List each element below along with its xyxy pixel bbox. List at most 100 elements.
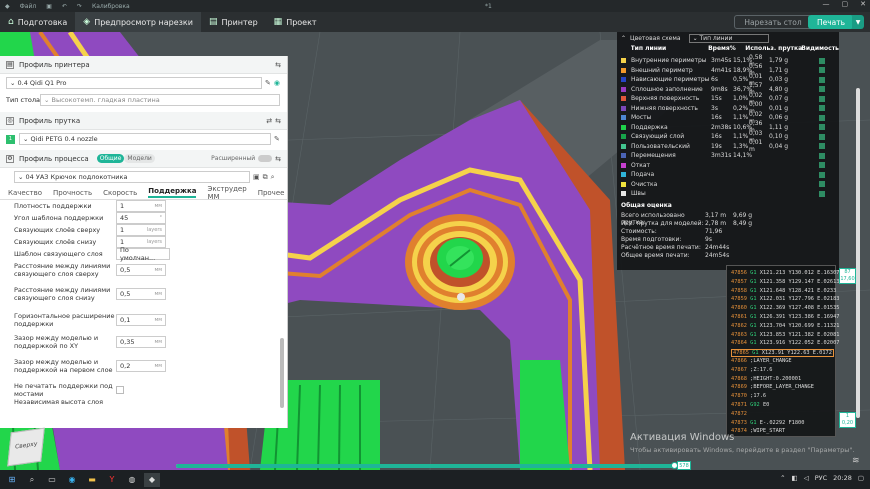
visibility-checkbox[interactable]: [819, 67, 825, 74]
settings-icon[interactable]: ⇆: [275, 117, 281, 125]
param-input[interactable]: 1 мм: [116, 200, 166, 212]
legend-row[interactable]: Связующий слой 16s 1,1% 0,03 m 0,10 g: [617, 130, 839, 144]
layer-slider-top-handle[interactable]: 87 17,60: [839, 268, 856, 284]
minimize-icon[interactable]: —: [823, 0, 830, 8]
legend-row[interactable]: Нижняя поверхность 3s 0,2% 0,00 m 0,01 g: [617, 101, 839, 115]
param-input[interactable]: 1 layers: [116, 224, 166, 236]
param-input[interactable]: 0,5 мм: [116, 288, 166, 300]
legend-row[interactable]: Сплошное заполнение 9m8s 36,7% 1,57 m 4,80 g: [617, 82, 839, 96]
search-icon[interactable]: ⌕: [271, 173, 275, 182]
legend-row[interactable]: Верхняя поверхность 15s 1,0% 0,02 m 0,07 g: [617, 92, 839, 106]
tab-slice-preview[interactable]: ◈ Предпросмотр нарезки: [75, 12, 201, 32]
visibility-checkbox[interactable]: [819, 133, 825, 140]
notification-icon[interactable]: ▢: [858, 474, 864, 482]
legend-row[interactable]: Перемещения 3m31s 14,1%: [617, 151, 839, 161]
visibility-checkbox[interactable]: [819, 76, 825, 83]
process-profile-select[interactable]: ⌄ 04 УАЗ Крючок подлокотника: [14, 171, 250, 183]
layers-icon[interactable]: ≋: [852, 456, 860, 466]
tab-printer[interactable]: ▤ Принтер: [201, 12, 266, 32]
edit-icon[interactable]: ✎: [274, 135, 280, 143]
edit-icon[interactable]: ✎: [265, 79, 271, 87]
subtab-support[interactable]: Поддержка: [148, 187, 197, 198]
param-input[interactable]: По умолчан...: [116, 246, 170, 262]
search-icon[interactable]: ⌕: [24, 473, 40, 487]
visibility-checkbox[interactable]: [819, 152, 825, 159]
legend-row[interactable]: Очистка: [617, 180, 839, 190]
visibility-checkbox[interactable]: [819, 124, 825, 131]
param-input[interactable]: 0,2 мм: [116, 360, 166, 372]
visibility-checkbox[interactable]: [819, 181, 825, 188]
visibility-checkbox[interactable]: [819, 171, 825, 178]
volume-icon[interactable]: ◁: [804, 474, 809, 482]
settings-icon[interactable]: ⇆: [275, 61, 281, 69]
legend-row[interactable]: Мосты 16s 1,1% 0,02 m 0,06 g: [617, 111, 839, 125]
visibility-checkbox[interactable]: [819, 86, 825, 93]
undo-icon[interactable]: ↶: [62, 3, 67, 10]
toggle-general[interactable]: Общие: [96, 154, 125, 163]
param-input[interactable]: 0,1 мм: [116, 314, 166, 326]
subtab-multimaterial[interactable]: Экструдер ММ: [207, 185, 246, 201]
advanced-toggle[interactable]: [258, 155, 273, 162]
sync-icon[interactable]: ⇄: [266, 117, 272, 125]
slicer-app-icon[interactable]: ◆: [144, 472, 160, 487]
subtab-strength[interactable]: Прочность: [53, 189, 92, 197]
visibility-checkbox[interactable]: [819, 105, 825, 112]
tab-project[interactable]: ▦ Проект: [266, 12, 325, 32]
param-checkbox[interactable]: [116, 386, 124, 394]
slice-plate-button[interactable]: Нарезать стол: [734, 15, 812, 29]
legend-row[interactable]: Пользовательский 19s 1,3% 0,01 m 0,04 g: [617, 139, 839, 153]
yandex-icon[interactable]: Y: [104, 473, 120, 487]
calibration-menu[interactable]: Калибровка: [92, 3, 130, 10]
params-scrollbar[interactable]: [280, 338, 284, 408]
folder-icon[interactable]: ▬: [84, 473, 100, 487]
legend-row[interactable]: Внешний периметр 4m41s 18,9% 0,56 m 1,71 g: [617, 63, 839, 77]
param-input[interactable]: 45 °: [116, 212, 166, 224]
tab-prepare[interactable]: ⌂ Подготовка: [0, 12, 75, 32]
close-icon[interactable]: ✕: [860, 0, 866, 8]
legend-row[interactable]: Внутренние периметры 3m45s 15,1% 0,58 m 1,79…: [617, 54, 839, 68]
settings-icon[interactable]: ⇆: [275, 155, 281, 163]
subtab-speed[interactable]: Скорость: [103, 189, 137, 197]
save-icon[interactable]: ▣: [46, 3, 52, 10]
subtab-other[interactable]: Прочее: [258, 189, 285, 197]
language-indicator[interactable]: РУС: [815, 474, 827, 482]
legend-row[interactable]: Швы: [617, 189, 839, 199]
start-icon[interactable]: ⊞: [4, 473, 20, 487]
visibility-checkbox[interactable]: [819, 114, 825, 121]
redo-icon[interactable]: ↷: [77, 3, 82, 10]
subtab-quality[interactable]: Качество: [8, 189, 42, 197]
tray-chevron-icon[interactable]: ⌃: [780, 474, 785, 482]
maximize-icon[interactable]: ▢: [842, 0, 849, 8]
visibility-checkbox[interactable]: [819, 190, 825, 197]
visibility-checkbox[interactable]: [819, 57, 825, 64]
legend-row[interactable]: Нависающие периметры 6s 0,5% 0,01 m 0,03 g: [617, 73, 839, 87]
param-input[interactable]: 0,5 мм: [116, 264, 166, 276]
legend-row[interactable]: Поддержка 2m38s 10,6% 0,36 m 1,11 g: [617, 120, 839, 134]
file-menu[interactable]: Файл: [20, 3, 37, 10]
view-cube[interactable]: Сверху: [7, 427, 45, 467]
visibility-checkbox[interactable]: [819, 143, 825, 150]
legend-row[interactable]: Подача: [617, 170, 839, 180]
wifi-icon[interactable]: ◉: [274, 79, 280, 87]
filament-select[interactable]: ⌄ Qidi PETG 0.4 nozzle: [19, 133, 271, 145]
bed-type-select[interactable]: ⌄ Высокотемп. гладкая пластина: [40, 94, 280, 106]
network-icon[interactable]: ◧: [792, 474, 798, 482]
legend-row[interactable]: Откат: [617, 161, 839, 171]
color-scheme-select[interactable]: ⌄ Тип линии: [688, 34, 769, 43]
task-view-icon[interactable]: ▭: [44, 473, 60, 487]
app-icon[interactable]: ◍: [124, 473, 140, 487]
print-button[interactable]: Печать: [808, 15, 854, 29]
chevron-down-icon[interactable]: ▼: [852, 15, 864, 29]
param-input[interactable]: 0,35 мм: [116, 336, 166, 348]
browser-icon[interactable]: ◉: [64, 473, 80, 487]
clock[interactable]: 20:28: [833, 474, 852, 482]
layer-slider[interactable]: [856, 88, 860, 418]
collapse-icon[interactable]: ⌃: [621, 35, 626, 42]
visibility-checkbox[interactable]: [819, 162, 825, 169]
compare-icon[interactable]: ⧉: [263, 173, 268, 182]
save-icon[interactable]: ▣: [253, 173, 260, 181]
toggle-models[interactable]: Модели: [124, 154, 155, 163]
layer-slider-bottom-handle[interactable]: 1 0,20: [839, 412, 856, 428]
visibility-checkbox[interactable]: [819, 95, 825, 102]
printer-profile-select[interactable]: ⌄ 0.4 Qidi Q1 Pro: [6, 77, 262, 89]
